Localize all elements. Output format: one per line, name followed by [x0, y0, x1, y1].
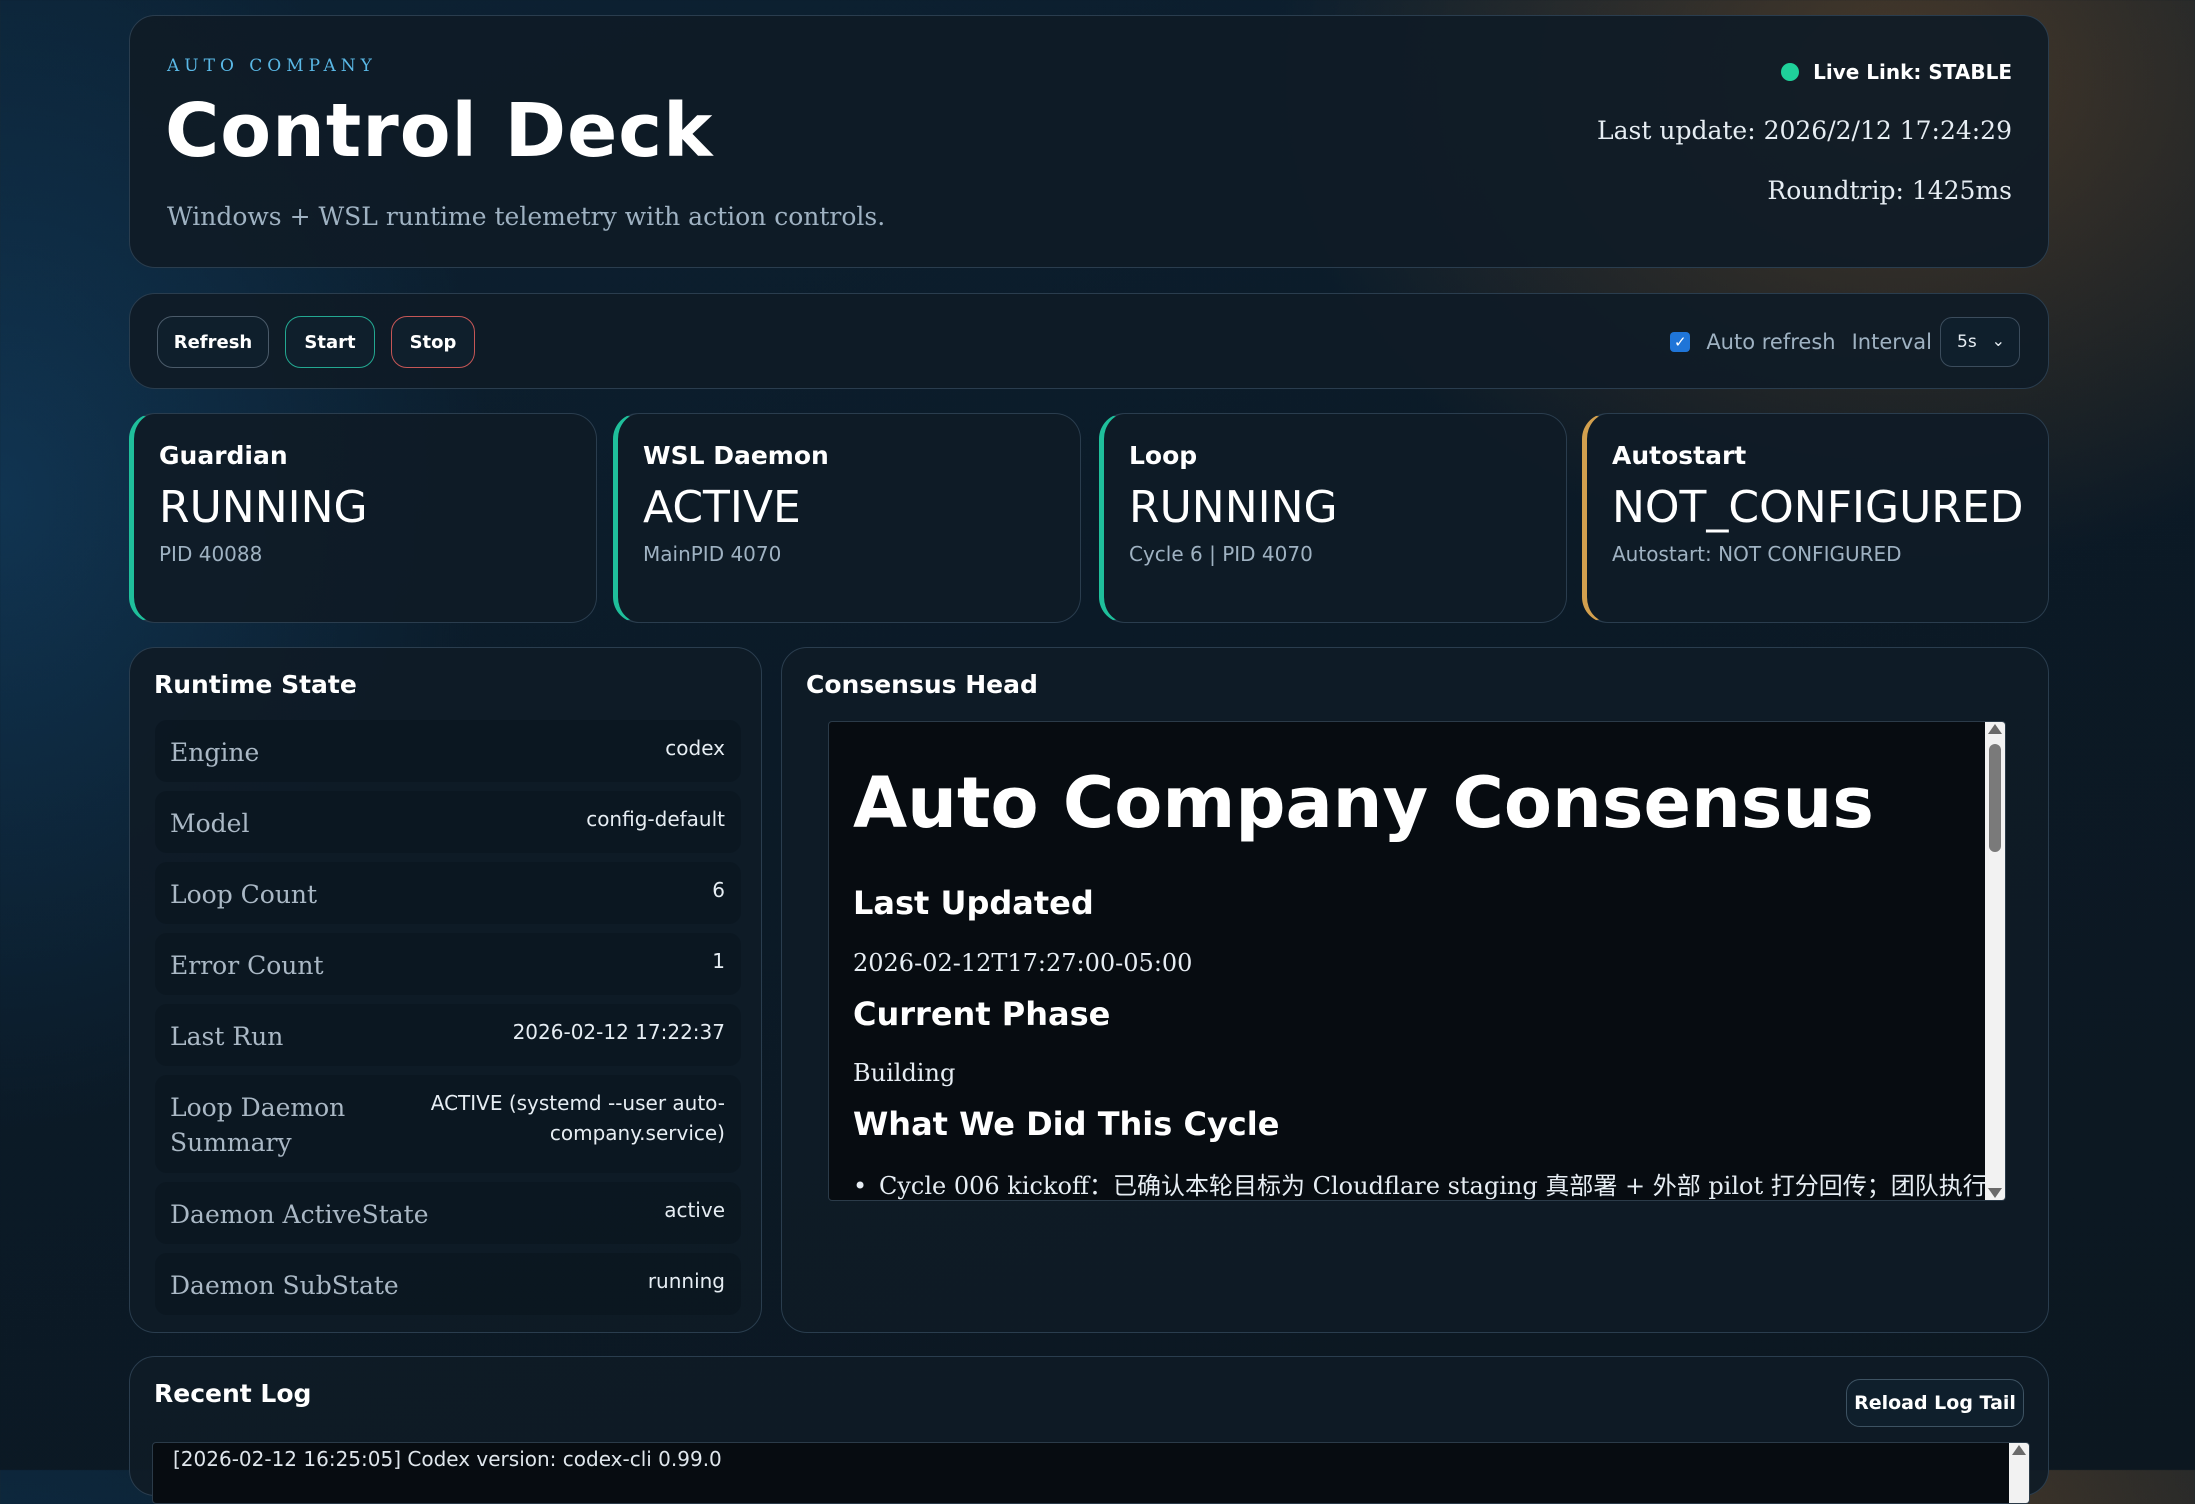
last-updated-heading: Last Updated: [853, 884, 1094, 922]
card-detail: PID 40088: [159, 542, 263, 566]
status-card-loop: Loop RUNNING Cycle 6 | PID 4070: [1099, 413, 1567, 623]
chevron-down-icon: ⌄: [1991, 331, 2005, 350]
panel-title: Recent Log: [154, 1379, 312, 1408]
row-value: 2026-02-12 17:22:37: [512, 1020, 725, 1044]
status-dot-icon: [1781, 63, 1800, 81]
card-name: WSL Daemon: [643, 441, 829, 470]
log-output[interactable]: [2026-02-12 16:25:05] Codex version: cod…: [152, 1442, 2030, 1504]
status-card-autostart: Autostart NOT_CONFIGURED Autostart: NOT …: [1582, 413, 2049, 623]
card-state: RUNNING: [1129, 482, 1338, 533]
row-value: ACTIVE (systemd --user auto-company.serv…: [430, 1091, 725, 1145]
toolbar-panel: Refresh Start Stop ✓ Auto refresh Interv…: [129, 293, 2049, 389]
header-panel: AUTO COMPANY Control Deck Windows + WSL …: [129, 15, 2049, 268]
auto-refresh-controls: ✓ Auto refresh Interval 5s ⌄: [1670, 316, 2020, 368]
list-item: • Cycle 006 kickoff：已确认本轮目标为 Cloudflare s…: [853, 1166, 1987, 1200]
scroll-thumb[interactable]: [1989, 744, 2001, 852]
row-key: Last Run: [170, 1022, 284, 1051]
page-subtitle: Windows + WSL runtime telemetry with act…: [167, 202, 886, 231]
consensus-panel: Consensus Head Auto Company Consensus La…: [781, 647, 2049, 1333]
interval-select[interactable]: 5s ⌄: [1940, 317, 2020, 367]
row-key: Daemon SubState: [170, 1271, 399, 1300]
last-updated-value: 2026-02-12T17:27:00-05:00: [853, 949, 1193, 977]
runtime-row-last-run: Last Run 2026-02-12 17:22:37: [155, 1004, 741, 1066]
brand-label: AUTO COMPANY: [167, 56, 377, 76]
start-button[interactable]: Start: [285, 316, 375, 368]
scroll-up-icon[interactable]: [1988, 724, 2002, 734]
runtime-row-daemon-substate: Daemon SubState running: [155, 1253, 741, 1315]
recent-log-panel: Recent Log Reload Log Tail [2026-02-12 1…: [129, 1356, 2049, 1504]
scroll-up-icon[interactable]: [2012, 1445, 2026, 1455]
row-value: codex: [665, 736, 725, 760]
phase-heading: Current Phase: [853, 995, 1111, 1033]
row-key: Loop Count: [170, 880, 318, 909]
card-state: ACTIVE: [643, 482, 801, 533]
runtime-row-model: Model config-default: [155, 791, 741, 853]
log-scrollbar[interactable]: [2009, 1443, 2029, 1503]
page-title: Control Deck: [165, 88, 714, 174]
auto-refresh-label: Auto refresh: [1706, 330, 1836, 354]
consensus-scrollbar[interactable]: [1985, 722, 2005, 1200]
card-name: Loop: [1129, 441, 1198, 470]
refresh-button[interactable]: Refresh: [157, 316, 269, 368]
last-update-text: Last update: 2026/2/12 17:24:29: [1597, 116, 2012, 145]
phase-value: Building: [853, 1059, 956, 1087]
interval-value: 5s: [1957, 332, 1977, 352]
status-card-wsl-daemon: WSL Daemon ACTIVE MainPID 4070: [613, 413, 1081, 623]
cycle-heading: What We Did This Cycle: [853, 1105, 1280, 1143]
runtime-row-loop-count: Loop Count 6: [155, 862, 741, 924]
row-key: Error Count: [170, 951, 324, 980]
row-key: Engine: [170, 738, 260, 767]
card-name: Autostart: [1612, 441, 1747, 470]
live-link-label: Live Link: STABLE: [1813, 60, 2012, 84]
row-key: Model: [170, 809, 250, 838]
runtime-row-engine: Engine codex: [155, 720, 741, 782]
card-state: NOT_CONFIGURED: [1612, 482, 2024, 533]
reload-log-tail-button[interactable]: Reload Log Tail: [1846, 1379, 2024, 1427]
runtime-row-error-count: Error Count 1: [155, 933, 741, 995]
panel-title: Runtime State: [154, 670, 357, 699]
status-card-guardian: Guardian RUNNING PID 40088: [129, 413, 597, 623]
live-link-status: Live Link: STABLE: [1781, 60, 2012, 84]
card-state: RUNNING: [159, 482, 368, 533]
roundtrip-text: Roundtrip: 1425ms: [1767, 176, 2012, 205]
consensus-heading: Auto Company Consensus: [853, 762, 1874, 844]
row-value: running: [647, 1269, 725, 1293]
interval-label: Interval: [1851, 330, 1932, 354]
card-detail: Cycle 6 | PID 4070: [1129, 542, 1313, 566]
row-value: active: [664, 1198, 725, 1222]
panel-title: Consensus Head: [806, 670, 1038, 699]
runtime-state-panel: Runtime State Engine codex Model config-…: [129, 647, 762, 1333]
stop-button[interactable]: Stop: [391, 316, 475, 368]
scroll-down-icon[interactable]: [1988, 1188, 2002, 1198]
row-value: config-default: [586, 807, 725, 831]
card-name: Guardian: [159, 441, 288, 470]
runtime-row-daemon-activestate: Daemon ActiveState active: [155, 1182, 741, 1244]
list-item-text: Cycle 006 kickoff：已确认本轮目标为 Cloudflare st…: [879, 1172, 1987, 1200]
log-line: [2026-02-12 16:25:05] Codex version: cod…: [173, 1447, 722, 1471]
auto-refresh-checkbox[interactable]: ✓: [1670, 332, 1691, 352]
row-key: Loop Daemon Summary: [170, 1093, 346, 1157]
row-key: Daemon ActiveState: [170, 1200, 429, 1229]
row-value: 1: [712, 949, 725, 973]
card-detail: MainPID 4070: [643, 542, 782, 566]
consensus-document[interactable]: Auto Company Consensus Last Updated 2026…: [828, 721, 2006, 1201]
runtime-row-loop-daemon-summary: Loop Daemon Summary ACTIVE (systemd --us…: [155, 1075, 741, 1173]
card-detail: Autostart: NOT CONFIGURED: [1612, 542, 1902, 566]
row-value: 6: [712, 878, 725, 902]
bullet-icon: •: [853, 1172, 868, 1200]
